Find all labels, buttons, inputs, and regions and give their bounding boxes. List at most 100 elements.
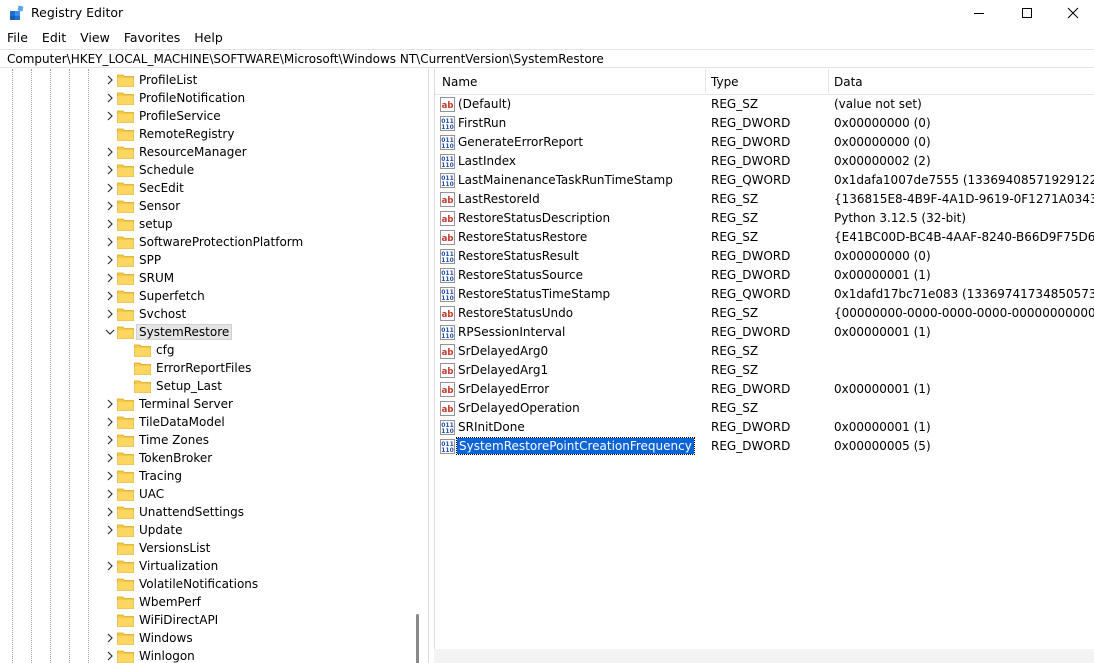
chevron-right-icon[interactable] xyxy=(105,255,115,265)
column-separator[interactable] xyxy=(705,69,706,93)
value-name: SrDelayedOperation xyxy=(458,401,580,415)
folder-icon xyxy=(117,398,134,411)
value-row[interactable]: ab RestoreStatusRestore REG_SZ {E41BC00D-BC… xyxy=(435,228,1094,247)
chevron-right-icon[interactable] xyxy=(105,651,115,661)
column-header-type[interactable]: Type xyxy=(711,75,739,89)
tree-item[interactable]: SoftwareProtectionPlatform xyxy=(0,233,410,251)
chevron-right-icon[interactable] xyxy=(105,489,115,499)
tree-item[interactable]: Tracing xyxy=(0,467,410,485)
chevron-right-icon[interactable] xyxy=(105,291,115,301)
column-header-data[interactable]: Data xyxy=(834,75,863,89)
tree-item[interactable]: ProfileService xyxy=(0,107,410,125)
tree-item[interactable]: Schedule xyxy=(0,161,410,179)
chevron-right-icon[interactable] xyxy=(105,633,115,643)
value-row[interactable]: 011 110 LastIndex REG_DWORD 0x00000002 (2) xyxy=(435,152,1094,171)
tree-item[interactable]: Time Zones xyxy=(0,431,410,449)
chevron-right-icon[interactable] xyxy=(105,273,115,283)
chevron-right-icon[interactable] xyxy=(105,219,115,229)
menu-file[interactable]: File xyxy=(0,28,35,48)
chevron-right-icon[interactable] xyxy=(105,417,115,427)
value-row[interactable]: ab LastRestoreId REG_SZ {136815E8-4B9F-4A1D… xyxy=(435,190,1094,209)
value-row[interactable]: 011 110 SystemRestorePointCreationFrequenc… xyxy=(435,437,1094,456)
column-separator[interactable] xyxy=(828,69,829,93)
chevron-right-icon[interactable] xyxy=(105,561,115,571)
value-row[interactable]: ab SrDelayedOperation REG_SZ xyxy=(435,399,1094,418)
tree-item[interactable]: Setup_Last xyxy=(0,377,410,395)
tree-item[interactable]: Sensor xyxy=(0,197,410,215)
list-horizontal-scrollbar[interactable] xyxy=(434,649,1094,663)
chevron-right-icon[interactable] xyxy=(105,165,115,175)
chevron-right-icon[interactable] xyxy=(105,183,115,193)
chevron-right-icon[interactable] xyxy=(105,507,115,517)
tree-item[interactable]: ResourceManager xyxy=(0,143,410,161)
tree-item[interactable]: TileDataModel xyxy=(0,413,410,431)
value-row[interactable]: ab (Default) REG_SZ (value not set) xyxy=(435,95,1094,114)
tree-item[interactable]: UAC xyxy=(0,485,410,503)
values-list[interactable]: Name Type Data ab (Default) REG_SZ (value n… xyxy=(434,69,1094,663)
chevron-right-icon[interactable] xyxy=(105,435,115,445)
maximize-button[interactable] xyxy=(1004,0,1050,26)
value-row[interactable]: 011 110 GenerateErrorReport REG_DWORD 0x0000… xyxy=(435,133,1094,152)
chevron-right-icon[interactable] xyxy=(105,453,115,463)
tree-item[interactable]: ProfileNotification xyxy=(0,89,410,107)
menu-view[interactable]: View xyxy=(73,28,117,48)
tree-item[interactable]: Terminal Server xyxy=(0,395,410,413)
chevron-right-icon[interactable] xyxy=(105,75,115,85)
tree-item[interactable]: VolatileNotifications xyxy=(0,575,410,593)
value-row[interactable]: 011 110 RestoreStatusTimeStamp REG_QWORD 0x1… xyxy=(435,285,1094,304)
tree-item[interactable]: SystemRestore xyxy=(0,323,410,341)
value-row[interactable]: 011 110 RestoreStatusResult REG_DWORD 0x0000… xyxy=(435,247,1094,266)
tree-item[interactable]: Update xyxy=(0,521,410,539)
value-row[interactable]: 011 110 SRInitDone REG_DWORD 0x00000001 (1) xyxy=(435,418,1094,437)
menu-favorites[interactable]: Favorites xyxy=(117,28,187,48)
tree-item[interactable]: Superfetch xyxy=(0,287,410,305)
key-tree[interactable]: ProfileList ProfileNotification ProfileSer… xyxy=(0,69,429,663)
chevron-down-icon[interactable] xyxy=(105,327,115,337)
tree-item[interactable]: UnattendSettings xyxy=(0,503,410,521)
chevron-right-icon[interactable] xyxy=(105,309,115,319)
tree-item[interactable]: SecEdit xyxy=(0,179,410,197)
tree-item[interactable]: SRUM xyxy=(0,269,410,287)
tree-item[interactable]: VersionsList xyxy=(0,539,410,557)
column-header-name[interactable]: Name xyxy=(442,75,477,89)
tree-item[interactable]: setup xyxy=(0,215,410,233)
tree-item[interactable]: ErrorReportFiles xyxy=(0,359,410,377)
menu-help[interactable]: Help xyxy=(187,28,230,48)
folder-icon xyxy=(117,182,134,195)
tree-item[interactable]: Windows xyxy=(0,629,410,647)
chevron-right-icon[interactable] xyxy=(105,201,115,211)
tree-item[interactable]: RemoteRegistry xyxy=(0,125,410,143)
value-row[interactable]: 011 110 FirstRun REG_DWORD 0x00000000 (0) xyxy=(435,114,1094,133)
tree-item[interactable]: WbemPerf xyxy=(0,593,410,611)
address-bar[interactable]: Computer\HKEY_LOCAL_MACHINE\SOFTWARE\Mic… xyxy=(0,49,1094,68)
address-path[interactable]: Computer\HKEY_LOCAL_MACHINE\SOFTWARE\Mic… xyxy=(7,52,604,66)
chevron-right-icon[interactable] xyxy=(105,237,115,247)
tree-item[interactable]: cfg xyxy=(0,341,410,359)
chevron-right-icon[interactable] xyxy=(105,525,115,535)
chevron-right-icon[interactable] xyxy=(105,147,115,157)
close-button[interactable] xyxy=(1050,0,1094,26)
value-row[interactable]: 011 110 RestoreStatusSource REG_DWORD 0x0000… xyxy=(435,266,1094,285)
menu-edit[interactable]: Edit xyxy=(35,28,73,48)
value-row[interactable]: ab SrDelayedArg1 REG_SZ xyxy=(435,361,1094,380)
value-row[interactable]: 011 110 RPSessionInterval REG_DWORD 0x000000… xyxy=(435,323,1094,342)
value-row[interactable]: ab RestoreStatusDescription REG_SZ Python 3… xyxy=(435,209,1094,228)
tree-item[interactable]: Virtualization xyxy=(0,557,410,575)
chevron-right-icon[interactable] xyxy=(105,93,115,103)
value-name: RestoreStatusRestore xyxy=(458,230,588,244)
chevron-right-icon[interactable] xyxy=(105,471,115,481)
chevron-right-icon[interactable] xyxy=(105,399,115,409)
tree-item[interactable]: Winlogon xyxy=(0,647,410,663)
value-row[interactable]: ab SrDelayedError REG_DWORD 0x00000001 (1) xyxy=(435,380,1094,399)
tree-item[interactable]: SPP xyxy=(0,251,410,269)
tree-item[interactable]: ProfileList xyxy=(0,71,410,89)
tree-item[interactable]: WiFiDirectAPI xyxy=(0,611,410,629)
tree-scrollbar-thumb[interactable] xyxy=(416,614,419,663)
value-row[interactable]: ab SrDelayedArg0 REG_SZ xyxy=(435,342,1094,361)
minimize-button[interactable] xyxy=(956,0,1002,26)
tree-item[interactable]: TokenBroker xyxy=(0,449,410,467)
value-row[interactable]: ab RestoreStatusUndo REG_SZ {00000000-0000-… xyxy=(435,304,1094,323)
tree-item[interactable]: Svchost xyxy=(0,305,410,323)
value-row[interactable]: 011 110 LastMainenanceTaskRunTimeStamp REG_… xyxy=(435,171,1094,190)
chevron-right-icon[interactable] xyxy=(105,111,115,121)
